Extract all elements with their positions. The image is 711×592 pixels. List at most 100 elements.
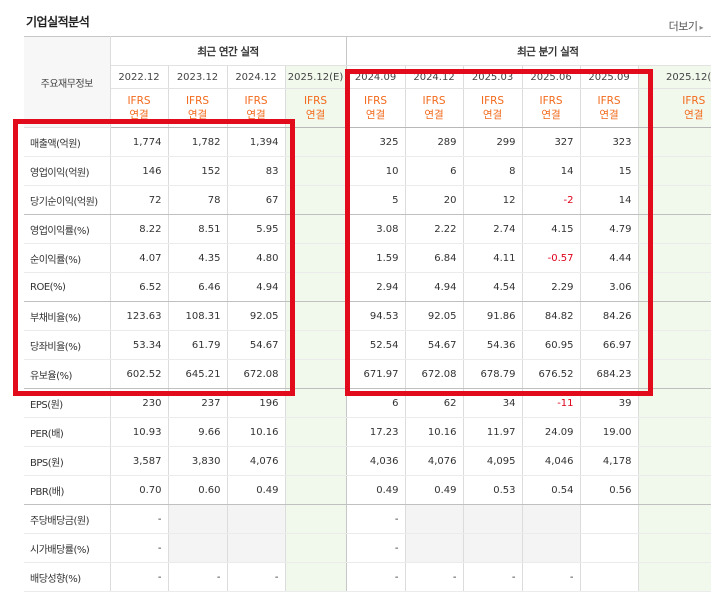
- column-header-period: 2023.12: [167, 65, 227, 89]
- table-cell: 196: [226, 388, 285, 418]
- table-cell: 72: [110, 185, 168, 215]
- table-cell: [637, 272, 711, 302]
- table-cell: 9.66: [167, 417, 227, 447]
- table-cell: [637, 301, 711, 331]
- table-cell: 6.46: [167, 272, 227, 302]
- table-cell: 2.29: [521, 272, 581, 302]
- table-cell: 84.82: [521, 301, 581, 331]
- table-cell: [637, 533, 711, 563]
- consolidated-label: 연결: [129, 109, 149, 121]
- table-cell: 2.74: [462, 214, 523, 244]
- table-cell: [637, 214, 711, 244]
- table-cell: 678.79: [462, 359, 523, 389]
- table-cell: [637, 475, 711, 505]
- table-cell: [462, 504, 523, 534]
- table-cell: -11: [521, 388, 581, 418]
- row-label: PER(배): [24, 417, 111, 447]
- table-cell: 11.97: [462, 417, 523, 447]
- table-cell: -: [521, 562, 581, 592]
- table-row: 배당성향(%) - - - - - - -: [24, 562, 711, 592]
- table-cell: 19.00: [579, 417, 639, 447]
- table-cell: 4.44: [579, 243, 639, 273]
- ifrs-label: IFRS: [480, 95, 505, 107]
- ifrs-label: IFRS: [363, 95, 388, 107]
- table-cell: 24.09: [521, 417, 581, 447]
- table-cell: 8.22: [110, 214, 168, 244]
- table-cell: 0.70: [110, 475, 168, 505]
- table-cell: 10.16: [226, 417, 285, 447]
- consolidated-label: 연결: [246, 109, 266, 121]
- table-cell: 3,830: [167, 446, 227, 476]
- table-cell: [637, 330, 711, 360]
- table-cell: 0.60: [167, 475, 227, 505]
- row-label: 부채비율(%): [24, 301, 111, 331]
- table-cell: [284, 301, 347, 331]
- table-cell: -: [226, 562, 285, 592]
- table-cell: 0.56: [579, 475, 639, 505]
- table-cell: [284, 156, 347, 186]
- table-cell: 54.67: [404, 330, 464, 360]
- table-cell: -: [110, 533, 168, 563]
- row-label: 매출액(억원): [24, 127, 111, 157]
- table-cell: [637, 388, 711, 418]
- table-cell: -: [345, 562, 406, 592]
- ifrs-badge: IFRS 연결: [345, 88, 406, 128]
- annual-group-header: 최근 연간 실적: [110, 36, 347, 66]
- table-cell: 61.79: [167, 330, 227, 360]
- table-cell: 327: [521, 127, 581, 157]
- table-cell: 4,076: [404, 446, 464, 476]
- table-cell: 4.35: [167, 243, 227, 273]
- row-label: EPS(원): [24, 388, 111, 418]
- table-cell: 39: [579, 388, 639, 418]
- table-cell: 123.63: [110, 301, 168, 331]
- table-cell: [284, 504, 347, 534]
- table-cell: 299: [462, 127, 523, 157]
- table-cell: [284, 214, 347, 244]
- chevron-right-icon: ▸: [699, 23, 703, 32]
- table-cell: 12: [462, 185, 523, 215]
- ifrs-label: IFRS: [539, 95, 563, 107]
- table-cell: 4,178: [579, 446, 639, 476]
- table-cell: 4.54: [462, 272, 523, 302]
- table-cell: -: [345, 504, 406, 534]
- table-cell: 602.52: [110, 359, 168, 389]
- table-cell: -: [110, 504, 168, 534]
- table-cell: 4,036: [345, 446, 406, 476]
- ifrs-badge: IFRS 연결: [404, 88, 464, 128]
- table-cell: [637, 359, 711, 389]
- row-label: ROE(%): [24, 272, 111, 302]
- table-cell: 1.59: [345, 243, 406, 273]
- table-cell: 4.94: [226, 272, 285, 302]
- table-cell: 17.23: [345, 417, 406, 447]
- table-cell: [521, 504, 581, 534]
- row-label: 당기순이익(억원): [24, 185, 111, 215]
- ifrs-label: IFRS: [422, 95, 446, 107]
- financial-summary-table: 주요재무정보 최근 연간 실적 최근 분기 실적 2022.12 2023.12 2…: [24, 36, 711, 592]
- table-cell: [462, 533, 523, 563]
- table-cell: 6.84: [404, 243, 464, 273]
- table-cell: 10: [345, 156, 406, 186]
- table-cell: 0.54: [521, 475, 581, 505]
- ifrs-label: IFRS: [185, 95, 210, 107]
- table-cell: 230: [110, 388, 168, 418]
- column-header-period: 2024.12: [226, 65, 285, 89]
- more-link[interactable]: 더보기 ▸: [669, 18, 704, 34]
- table-cell: [284, 185, 347, 215]
- table-row: BPS(원) 3,587 3,830 4,076 4,036 4,076 4,095 4,04…: [24, 446, 711, 476]
- table-cell: [284, 272, 347, 302]
- table-row: EPS(원) 230 237 196 6 62 34 -11 39: [24, 388, 711, 418]
- table-cell: 10.16: [404, 417, 464, 447]
- row-label: 당좌비율(%): [24, 330, 111, 360]
- row-label: 주당배당금(원): [24, 504, 111, 534]
- table-cell: 4,076: [226, 446, 285, 476]
- table-cell: 671.97: [345, 359, 406, 389]
- table-cell: 91.86: [462, 301, 523, 331]
- ifrs-badge: IFRS 연결: [226, 88, 285, 128]
- table-cell: 152: [167, 156, 227, 186]
- table-cell: [579, 533, 639, 563]
- table-cell: 2.94: [345, 272, 406, 302]
- table-cell: 1,394: [226, 127, 285, 157]
- column-header-period: 2025.09: [579, 65, 639, 89]
- table-cell: -: [167, 562, 227, 592]
- table-cell: 3.08: [345, 214, 406, 244]
